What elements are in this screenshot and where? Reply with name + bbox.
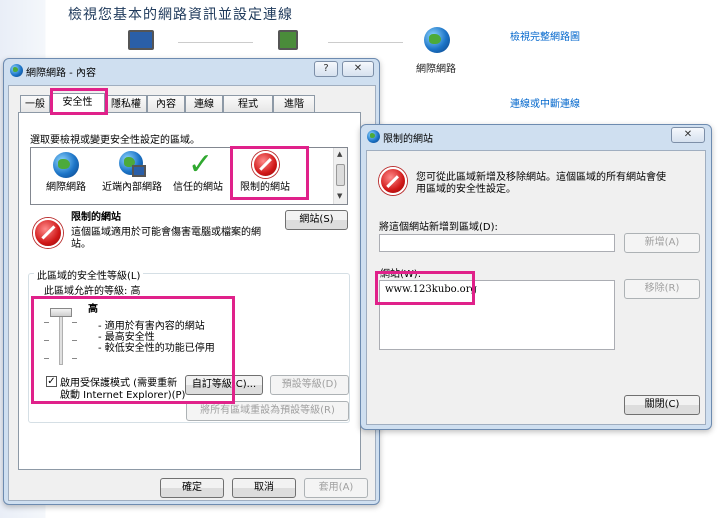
connect-disconnect-link[interactable]: 連線或中斷連線: [510, 95, 580, 110]
slider-tick: [44, 322, 49, 323]
scroll-up-arrow-icon[interactable]: ▲: [337, 150, 342, 158]
dialog-title: 限制的網站: [383, 134, 433, 145]
website-list-item[interactable]: www.123kubo.org: [385, 284, 477, 295]
no-entry-icon: [251, 151, 279, 179]
security-level-name: 高: [88, 304, 98, 315]
view-full-map-link[interactable]: 檢視完整網路圖: [510, 28, 580, 43]
tab-general[interactable]: 一般: [20, 95, 50, 113]
network-icon: [278, 30, 298, 50]
tab-programs[interactable]: 程式: [223, 95, 273, 113]
restricted-zone-large-icon: [33, 218, 63, 248]
internet-globe-icon: [424, 27, 450, 53]
reset-all-zones-button[interactable]: 將所有區域重設為預設等級(R): [186, 401, 349, 421]
apply-button[interactable]: 套用(A): [304, 478, 368, 498]
zone-description-line2: 站。: [71, 239, 91, 250]
default-level-button[interactable]: 預設等級(D): [270, 375, 349, 395]
slider-tick: [72, 340, 77, 341]
internet-zone-icon: [52, 151, 80, 179]
restricted-sites-title-icon: [367, 130, 380, 143]
websites-label: 網站(W):: [380, 269, 422, 280]
close-dialog-button[interactable]: 關閉(C): [624, 395, 700, 415]
title-bar[interactable]: 限制的網站 ✕: [361, 125, 711, 149]
info-text-line2: 用區域的安全性設定。: [416, 184, 516, 195]
zone-local-intranet[interactable]: 近端內部網路: [100, 151, 164, 193]
zone-restricted-sites[interactable]: 限制的網站: [233, 151, 297, 193]
close-button[interactable]: ✕: [671, 127, 705, 143]
remove-button[interactable]: 移除(R): [624, 279, 700, 299]
tab-privacy[interactable]: 隱私權: [105, 95, 147, 113]
slider-tick: [72, 322, 77, 323]
zone-label: 近端內部網路: [102, 182, 162, 193]
restricted-info-icon: [379, 167, 407, 195]
protected-mode-label-line2[interactable]: 啟動 Internet Explorer)(P): [60, 386, 185, 401]
select-zone-instruction: 選取要檢視或變更安全性設定的區域。: [30, 135, 200, 146]
tab-security[interactable]: 安全性: [50, 93, 105, 113]
slider-tick: [44, 358, 49, 359]
slider-tick: [72, 358, 77, 359]
add-site-input[interactable]: [379, 234, 615, 252]
network-center-title: 檢視您基本的網路資訊並設定連線: [68, 7, 293, 23]
scroll-thumb[interactable]: [336, 164, 345, 186]
tab-connections[interactable]: 連線: [185, 95, 223, 113]
computer-icon: [128, 30, 154, 50]
security-level-label: 此區域的安全性等級(L): [34, 267, 144, 282]
security-slider-thumb[interactable]: [50, 308, 72, 317]
tab-advanced[interactable]: 進階: [273, 95, 315, 113]
scroll-down-arrow-icon[interactable]: ▼: [337, 192, 342, 200]
zone-label: 信任的網站: [173, 182, 223, 193]
title-bar[interactable]: 網際網路 - 內容 ? ✕: [4, 59, 379, 83]
selected-zone-name: 限制的網站: [71, 212, 121, 223]
intranet-zone-icon: [118, 151, 146, 179]
checkmark-icon: ✓: [188, 147, 214, 182]
slider-tick: [44, 340, 49, 341]
protected-mode-checkbox[interactable]: ✓: [46, 376, 57, 387]
add-button[interactable]: 新增(A): [624, 233, 700, 253]
tab-content[interactable]: 內容: [147, 95, 185, 113]
custom-level-button[interactable]: 自訂等級(C)...: [185, 375, 263, 395]
security-slider-track[interactable]: [59, 310, 63, 365]
zone-description-line1: 這個區域適用於可能會傷害電腦或檔案的網: [71, 227, 261, 238]
zone-trusted-sites[interactable]: ✓ 信任的網站: [166, 147, 230, 194]
connection-line: [328, 42, 403, 43]
cancel-button[interactable]: 取消: [232, 478, 296, 498]
connection-line: [178, 42, 253, 43]
close-button[interactable]: ✕: [342, 61, 374, 77]
allowed-level-text: 此區域允許的等級: 高: [44, 286, 141, 297]
dialog-title: 網際網路 - 內容: [26, 68, 96, 79]
zone-list-scrollbar[interactable]: ▲ ▼: [333, 148, 347, 204]
zone-label: 網際網路: [46, 182, 86, 193]
zone-internet[interactable]: 網際網路: [34, 151, 98, 193]
internet-label: 網際網路: [416, 64, 456, 75]
zone-label: 限制的網站: [240, 182, 290, 193]
help-button[interactable]: ?: [314, 61, 338, 77]
internet-options-icon: [10, 64, 23, 77]
ok-button[interactable]: 確定: [160, 478, 224, 498]
level-bullet: - 較低安全性的功能已停用: [98, 343, 215, 354]
sites-button[interactable]: 網站(S): [285, 210, 348, 230]
add-site-label: 將這個網站新增到區域(D):: [379, 222, 498, 233]
